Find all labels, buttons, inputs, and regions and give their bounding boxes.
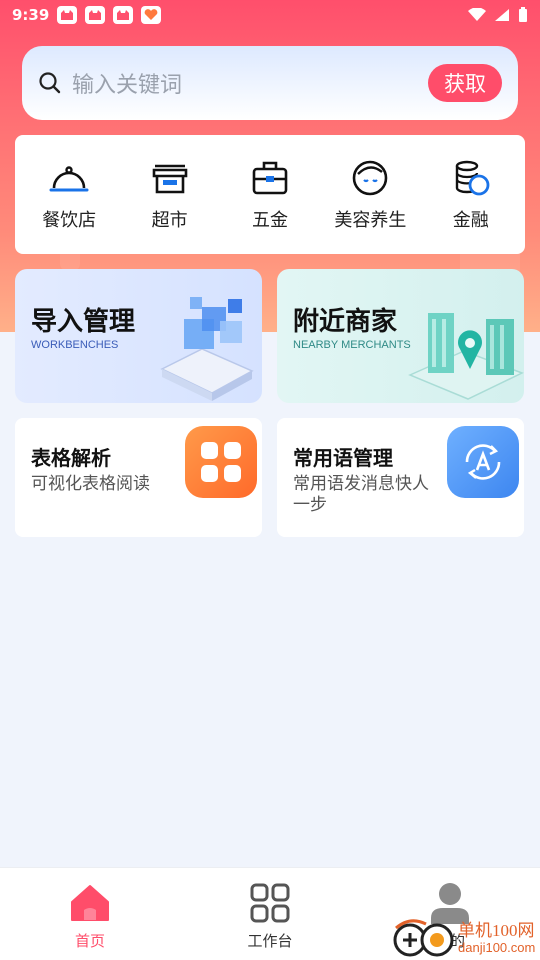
- grid-apps-icon: [185, 426, 257, 498]
- city-map-illustration: [408, 313, 524, 400]
- workbench-icon: [250, 883, 290, 923]
- signal-icon: [495, 9, 509, 21]
- nav-home[interactable]: 首页: [0, 868, 180, 960]
- translate-icon: [447, 426, 519, 498]
- category-finance[interactable]: 金融: [423, 158, 519, 232]
- toolbox-icon: [252, 161, 288, 194]
- wifi-icon: [468, 8, 486, 21]
- beauty-face-icon: [353, 160, 388, 195]
- watermark-logo-icon: [393, 919, 454, 957]
- cat-app-icon: [113, 6, 134, 24]
- tool-description: 常用语发消息快人一步: [293, 474, 429, 515]
- feature-subtitle: WORKBENCHES: [31, 339, 119, 351]
- workbench-illustration: [160, 297, 254, 401]
- home-icon: [71, 885, 109, 921]
- cat-app-icon: [85, 6, 106, 24]
- feature-title: 附近商家: [293, 307, 398, 337]
- watermark-text: 单机100网: [458, 921, 535, 940]
- nav-label: 工作台: [247, 932, 293, 950]
- category-hardware[interactable]: 五金: [222, 158, 318, 232]
- category-label: 五金: [251, 209, 288, 231]
- store-icon: [152, 164, 187, 193]
- category-label: 美容养生: [334, 209, 407, 231]
- nav-workbench[interactable]: 工作台: [180, 868, 360, 960]
- import-management-card[interactable]: 导入管理 WORKBENCHES: [15, 269, 262, 403]
- category-panel: 餐饮店 超市 五金 美容养生 金融: [15, 135, 525, 254]
- watermark-url: danji100.com: [458, 940, 536, 955]
- search-bar: 输入关键词 获取: [22, 46, 518, 120]
- search-input[interactable]: 输入关键词: [72, 67, 428, 99]
- category-supermarket[interactable]: 超市: [122, 158, 218, 232]
- category-label: 超市: [151, 209, 188, 231]
- status-bar: 9:39: [0, 0, 540, 30]
- status-time: 9:39: [12, 6, 50, 24]
- fetch-button[interactable]: 获取: [428, 64, 502, 102]
- tool-description: 可视化表格阅读: [31, 474, 150, 494]
- nav-label: 首页: [74, 932, 105, 950]
- cat-app-icon: [57, 6, 78, 24]
- search-icon: [39, 72, 61, 94]
- heart-app-icon: [141, 6, 162, 24]
- nearby-merchants-card[interactable]: 附近商家 NEARBY MERCHANTS: [277, 269, 524, 403]
- watermark: 单机100网 danji100.com: [392, 914, 540, 960]
- category-restaurant[interactable]: 餐饮店: [21, 158, 117, 232]
- category-label: 金融: [452, 209, 489, 231]
- feature-subtitle: NEARBY MERCHANTS: [293, 339, 411, 351]
- feature-title: 导入管理: [31, 307, 136, 337]
- coins-icon: [455, 160, 490, 195]
- table-parser-card[interactable]: 表格解析 可视化表格阅读: [15, 418, 262, 537]
- category-label: 餐饮店: [42, 209, 97, 231]
- tool-title: 表格解析: [31, 446, 111, 470]
- battery-icon: [519, 7, 527, 22]
- phrase-management-card[interactable]: 常用语管理 常用语发消息快人一步: [277, 418, 524, 537]
- tool-title: 常用语管理: [293, 446, 393, 470]
- category-beauty[interactable]: 美容养生: [322, 158, 418, 232]
- dish-cover-icon: [49, 165, 89, 191]
